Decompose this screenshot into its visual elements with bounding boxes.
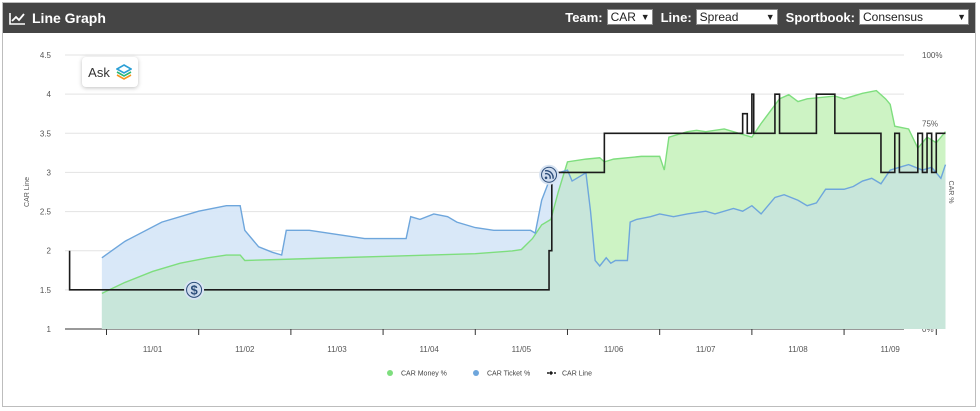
sportsbook-select[interactable]: Consensus ▼ (859, 9, 969, 25)
x-tick-label: 11/07 (696, 345, 716, 354)
y-tick-label-left: 4.5 (40, 51, 52, 60)
panel-header: Line Graph Team: CAR ▼ Line: Spread ▼ Sp… (3, 3, 975, 33)
dollar-marker-label: $ (190, 282, 198, 297)
y-tick-label-left: 1.5 (40, 286, 52, 295)
legend-label: CAR Line (562, 371, 592, 378)
dollar-icon: $ (184, 279, 205, 300)
chevron-down-icon: ▼ (957, 12, 966, 22)
chevron-down-icon: ▼ (765, 12, 775, 22)
line-graph-chart: 11.522.533.544.50%25%50%75%100%CAR LineC… (24, 51, 954, 378)
x-tick-label: 11/05 (512, 345, 532, 354)
y-tick-label-left: 3.5 (40, 129, 52, 138)
legend-diamond (548, 370, 554, 376)
rss-icon (539, 164, 560, 185)
x-tick-label: 11/04 (419, 345, 439, 354)
y-tick-label-right: 100% (922, 51, 942, 60)
filter-controls: Team: CAR ▼ Line: Spread ▼ Sportbook: Co… (565, 9, 969, 25)
cube-logo-icon (115, 63, 132, 80)
y-tick-label-left: 3 (47, 168, 52, 177)
line-select-value: Spread (699, 10, 739, 24)
sportsbook-select-value: Consensus (863, 10, 924, 24)
y-axis-title-right: CAR % (947, 181, 954, 204)
y-axis-title-left: CAR Line (24, 177, 31, 207)
team-select-value: CAR (610, 10, 636, 24)
team-select[interactable]: CAR ▼ (606, 9, 653, 25)
legend-marker (473, 370, 479, 376)
line-chart-icon (9, 12, 25, 25)
x-tick-label: 11/03 (327, 345, 347, 354)
y-tick-label-left: 2 (47, 247, 52, 256)
sportsbook-label: Sportbook: (785, 9, 855, 25)
line-label: Line: (660, 9, 692, 25)
x-tick-label: 11/06 (604, 345, 624, 354)
y-tick-label-left: 2.5 (40, 208, 52, 217)
line-select[interactable]: Spread ▼ (695, 9, 778, 25)
chevron-down-icon: ▼ (640, 12, 650, 22)
y-tick-label-left: 1 (47, 325, 52, 334)
page-title: Line Graph (32, 10, 106, 26)
team-label: Team: (565, 9, 603, 25)
legend-label: CAR Ticket % (487, 371, 530, 378)
y-tick-label-left: 4 (47, 90, 52, 99)
chart-panel: Line Graph Team: CAR ▼ Line: Spread ▼ Sp… (2, 2, 976, 407)
legend-marker (387, 370, 393, 376)
ask-button[interactable]: Ask (82, 57, 138, 87)
title-group: Line Graph (9, 10, 106, 26)
y-tick-label-right: 75% (922, 120, 938, 129)
x-tick-label: 11/09 (880, 345, 900, 354)
x-tick-label: 11/08 (788, 345, 808, 354)
x-tick-label: 11/02 (235, 345, 255, 354)
ask-label: Ask (88, 64, 110, 80)
legend-label: CAR Money % (401, 371, 447, 378)
x-tick-label: 11/01 (143, 345, 163, 354)
rss-dot (544, 176, 548, 180)
